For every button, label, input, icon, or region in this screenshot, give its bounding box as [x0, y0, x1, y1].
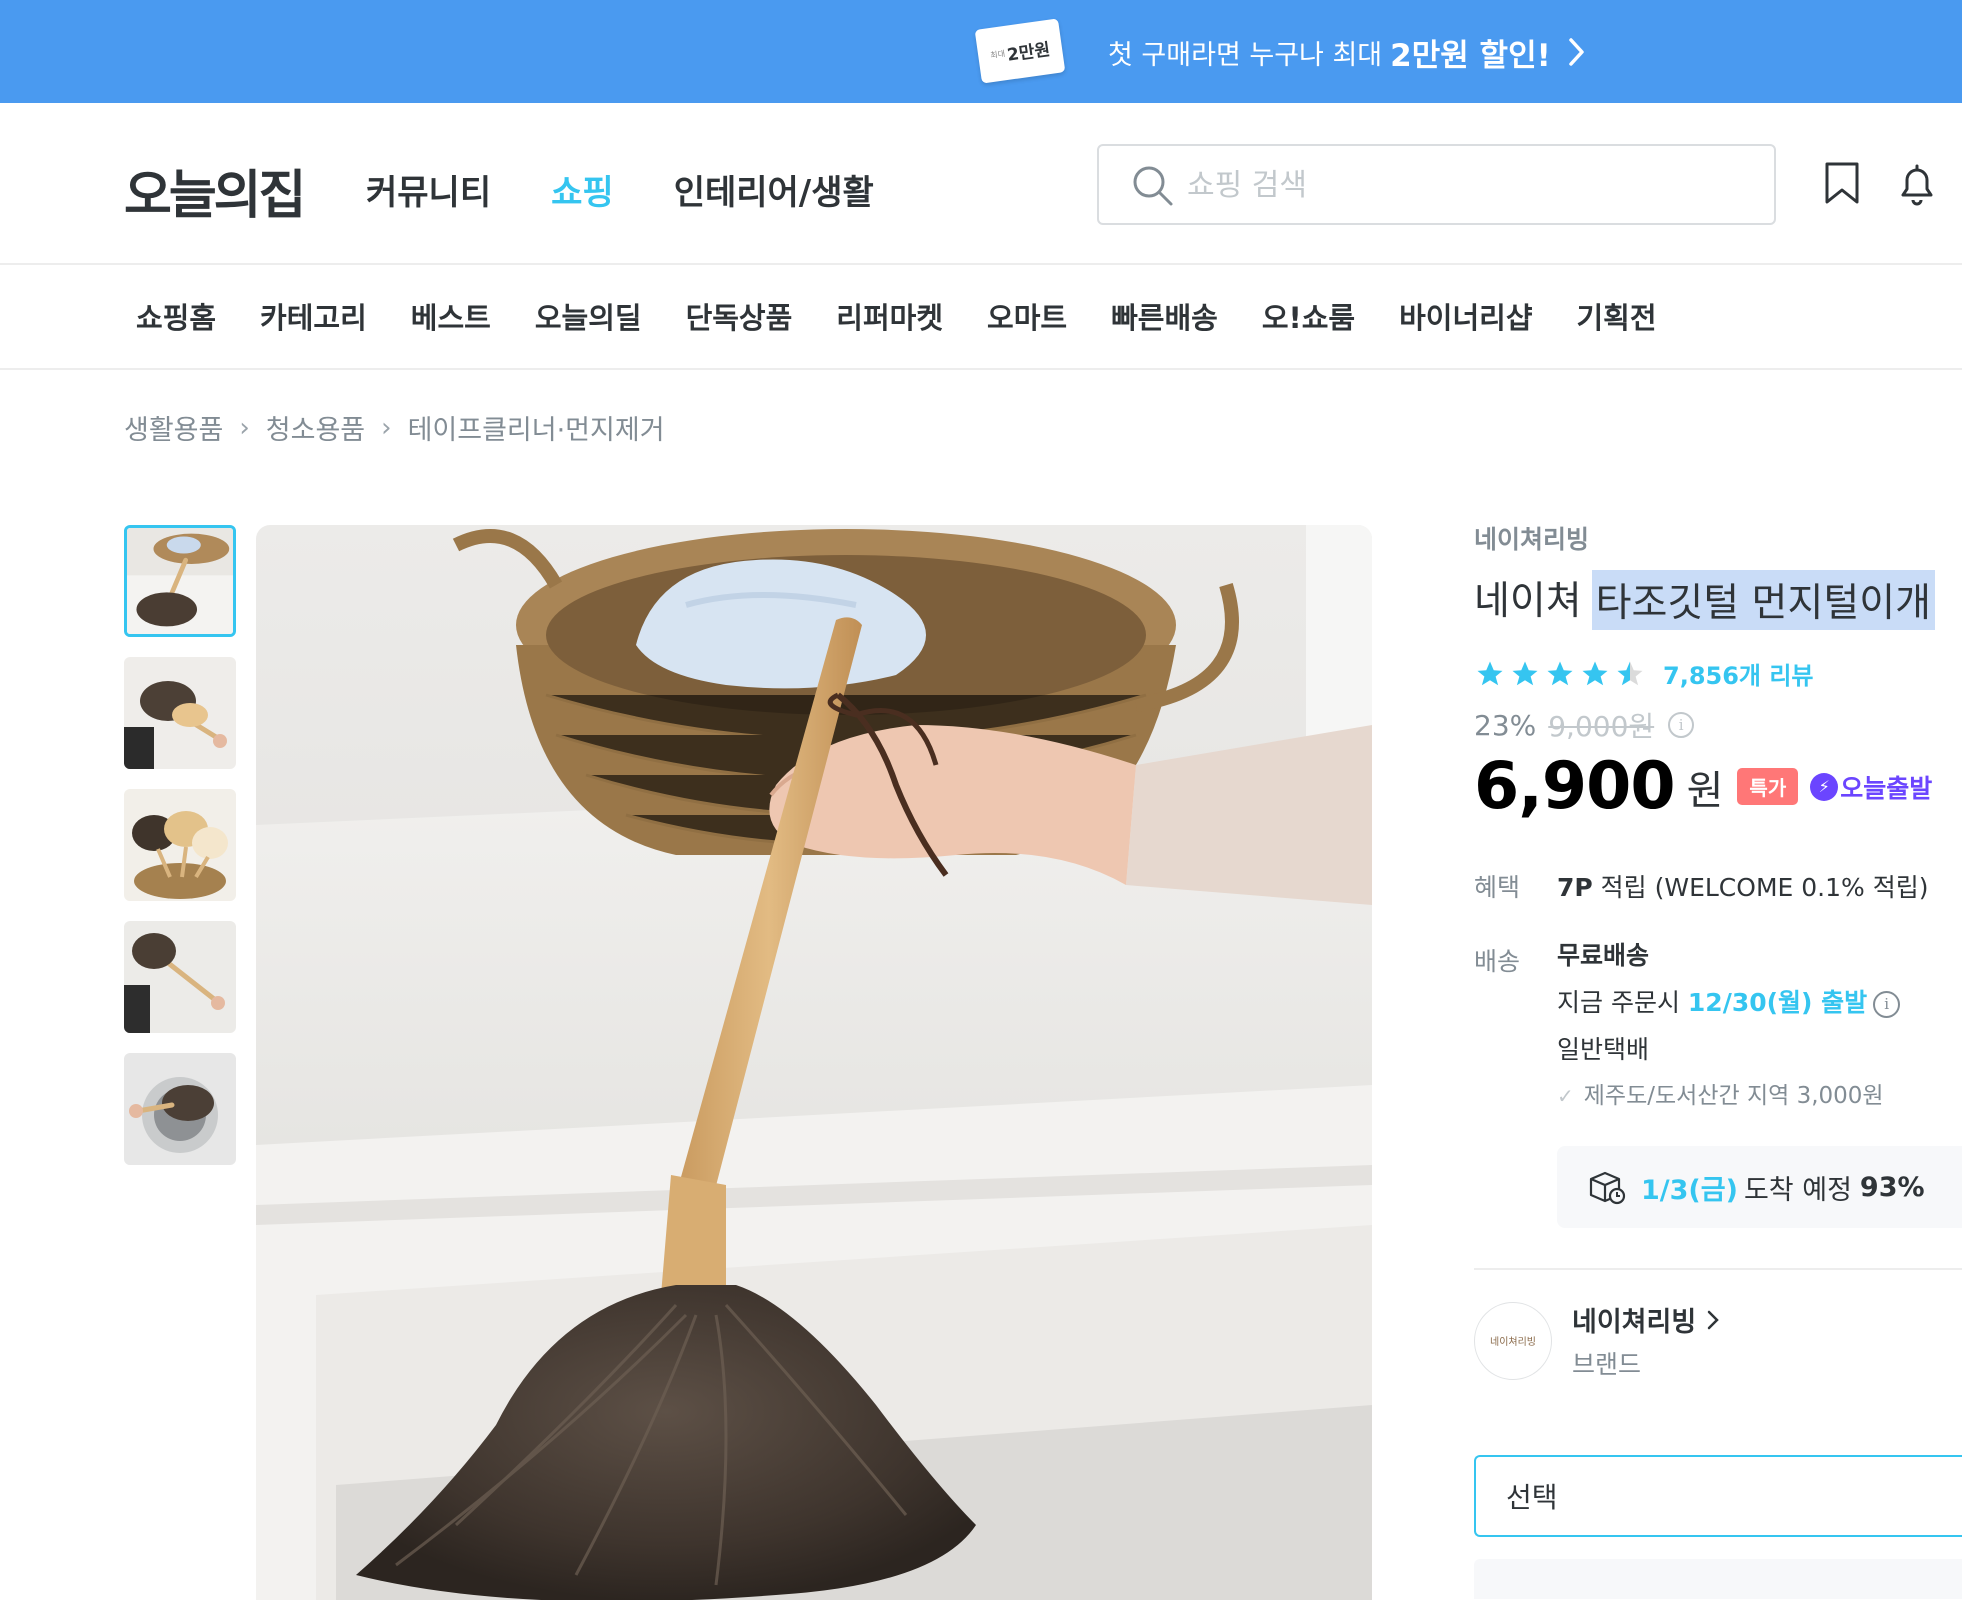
breadcrumb-item[interactable]: 생활용품 — [124, 408, 223, 447]
shipping-details: 무료배송 지금 주문시 12/30(월) 출발 i 일반택배 ✓ 제주도/도서산간 … — [1557, 932, 1901, 1120]
review-count[interactable]: 7,856개 리뷰 — [1663, 656, 1814, 691]
subnav-item[interactable]: 기획전 — [1577, 295, 1657, 337]
product-title: 네이쳐 타조깃털 먼지털이개 — [1474, 570, 1962, 630]
brand-link[interactable]: 네이쳐리빙 — [1474, 520, 1962, 556]
package-clock-icon — [1589, 1171, 1626, 1205]
option-select-label: 선택 — [1506, 1481, 1558, 1514]
price-unit: 원 — [1686, 767, 1724, 814]
product-thumbnail[interactable] — [124, 525, 236, 637]
fast-dispatch-label: 오늘출발 — [1840, 773, 1933, 803]
chevron-right-icon — [1569, 38, 1584, 66]
subnav-item[interactable]: 쇼핑홈 — [136, 295, 216, 337]
subnav-item[interactable]: 단독상품 — [686, 295, 793, 337]
brand-logo: 네이쳐리빙 — [1474, 1301, 1552, 1380]
shipping-label: 배송 — [1474, 947, 1521, 976]
shipping-row: 배송 무료배송 지금 주문시 12/30(월) 출발 i 일반택배 ✓ 제주도/도서… — [1474, 941, 1962, 1120]
ship-method: 일반택배 — [1557, 1035, 1650, 1064]
brand-name: 네이쳐리빙 — [1572, 1307, 1697, 1338]
info-icon[interactable]: i — [1668, 712, 1695, 738]
star-icon — [1582, 661, 1608, 685]
benefit-points: 7P — [1557, 873, 1593, 902]
bell-icon[interactable] — [1894, 161, 1940, 207]
subnav-item[interactable]: 빠른배송 — [1111, 295, 1218, 337]
product-title-highlight: 타조깃털 먼지털이개 — [1591, 570, 1935, 630]
rating-row[interactable]: 7,856개 리뷰 — [1474, 656, 1962, 691]
product-title-prefix: 네이쳐 — [1474, 579, 1582, 624]
star-icon — [1512, 661, 1538, 685]
coupon-small-text: 최대 — [989, 48, 1006, 60]
main-nav: 커뮤니티 쇼핑 인테리어/생활 — [366, 165, 874, 214]
ship-prefix: 지금 주문시 — [1557, 988, 1688, 1017]
discount-rate: 23% — [1474, 708, 1537, 742]
fast-dispatch-badge: ⚡ 오늘출발 — [1810, 769, 1932, 805]
bookmark-icon[interactable] — [1822, 161, 1862, 205]
subnav-item[interactable]: 베스트 — [411, 295, 491, 337]
promo-banner[interactable]: 최대 2만원 첫 구매라면 누구나 최대 2만원 할인! — [0, 0, 1962, 103]
brand-name-row[interactable]: 네이쳐리빙 — [1572, 1300, 1720, 1339]
ship-extra-row: ✓ 제주도/도서산간 지역 3,000원 — [1557, 1073, 1900, 1120]
ship-extra: 제주도/도서산간 지역 3,000원 — [1583, 1083, 1884, 1109]
benefit-value: 7P 적립 (WELCOME 0.1% 적립) — [1557, 868, 1928, 904]
subnav-item[interactable]: 오늘의딜 — [535, 295, 642, 337]
ship-date: 12/30(월) 출발 — [1687, 988, 1868, 1017]
arrival-percent: 93% — [1859, 1171, 1925, 1203]
arrival-estimate: 1/3(금) 도착 예정 93% — [1557, 1146, 1962, 1228]
arrival-text: 도착 예정 — [1743, 1174, 1852, 1206]
discount-row: 23% 9,000원 i — [1474, 705, 1962, 745]
banner-message[interactable]: 첫 구매라면 누구나 최대 2만원 할인! — [1108, 30, 1587, 74]
breadcrumb: 생활용품 › 청소용품 › 테이프클리너·먼지제거 — [124, 408, 665, 447]
sale-price: 6,900 — [1474, 749, 1676, 824]
free-shipping: 무료배송 — [1557, 941, 1650, 970]
chevron-right-icon: › — [381, 412, 392, 443]
search-box[interactable] — [1097, 144, 1776, 225]
thumbnail-list — [124, 525, 236, 1185]
benefit-label: 혜택 — [1474, 873, 1521, 902]
option-select[interactable]: 선택 — [1474, 1455, 1962, 1537]
price-row: 6,900 원 특가 ⚡ 오늘출발 — [1474, 749, 1962, 824]
search-icon — [1133, 166, 1173, 206]
lightning-icon: ⚡ — [1810, 772, 1839, 801]
coupon-graphic: 최대 2만원 — [974, 18, 1066, 84]
breadcrumb-item[interactable]: 테이프클리너·먼지제거 — [408, 408, 665, 447]
product-thumbnail[interactable] — [124, 657, 236, 769]
subnav-item[interactable]: 리퍼마켓 — [836, 295, 943, 337]
global-header: 오늘의집 커뮤니티 쇼핑 인테리어/생활 — [0, 103, 1962, 265]
site-logo[interactable]: 오늘의집 — [124, 153, 306, 228]
subnav-item[interactable]: 바이너리샵 — [1399, 295, 1532, 337]
star-icon — [1477, 661, 1503, 685]
brand-sub-label: 브랜드 — [1572, 1350, 1642, 1379]
nav-community[interactable]: 커뮤니티 — [366, 165, 491, 214]
info-icon[interactable]: i — [1873, 990, 1901, 1018]
check-icon: ✓ — [1557, 1084, 1574, 1108]
product-thumbnail[interactable] — [124, 789, 236, 901]
chevron-right-icon — [1707, 1310, 1719, 1329]
chevron-right-icon: › — [239, 412, 250, 443]
half-star-icon — [1617, 661, 1643, 685]
divider — [1474, 1268, 1962, 1270]
star-icon — [1547, 661, 1573, 685]
product-info-panel: 네이쳐리빙 네이쳐 타조깃털 먼지털이개 7,856개 리뷰 23% 9,000… — [1474, 520, 1962, 1599]
benefit-row: 혜택 7P 적립 (WELCOME 0.1% 적립) — [1474, 868, 1962, 904]
search-input[interactable] — [1187, 162, 1747, 208]
subnav-item[interactable]: 오!쇼룸 — [1262, 295, 1355, 337]
subnav-item[interactable]: 카테고리 — [260, 295, 367, 337]
breadcrumb-item[interactable]: 청소용품 — [266, 408, 365, 447]
nav-interior[interactable]: 인테리어/생활 — [674, 165, 874, 214]
coupon-amount: 2만원 — [1005, 39, 1052, 66]
banner-message-text: 첫 구매라면 누구나 최대 — [1108, 39, 1383, 71]
special-badge: 특가 — [1737, 768, 1799, 805]
arrival-date: 1/3(금) — [1641, 1174, 1738, 1206]
banner-message-bold: 2만원 할인! — [1390, 37, 1551, 74]
brand-card[interactable]: 네이쳐리빙 네이쳐리빙 브랜드 — [1474, 1300, 1962, 1381]
option-summary-area — [1474, 1559, 1962, 1599]
benefit-text: 적립 (WELCOME 0.1% 적립) — [1592, 873, 1929, 902]
original-price: 9,000원 — [1548, 710, 1655, 743]
brand-logo-text: 네이쳐리빙 — [1490, 1337, 1536, 1348]
shopping-subnav: 쇼핑홈 카테고리 베스트 오늘의딜 단독상품 리퍼마켓 오마트 빠른배송 오!쇼… — [0, 265, 1962, 370]
product-thumbnail[interactable] — [124, 1053, 236, 1165]
nav-shopping[interactable]: 쇼핑 — [551, 165, 614, 214]
subnav-item[interactable]: 오마트 — [987, 295, 1067, 337]
product-thumbnail[interactable] — [124, 921, 236, 1033]
product-main-image[interactable] — [256, 525, 1372, 1600]
